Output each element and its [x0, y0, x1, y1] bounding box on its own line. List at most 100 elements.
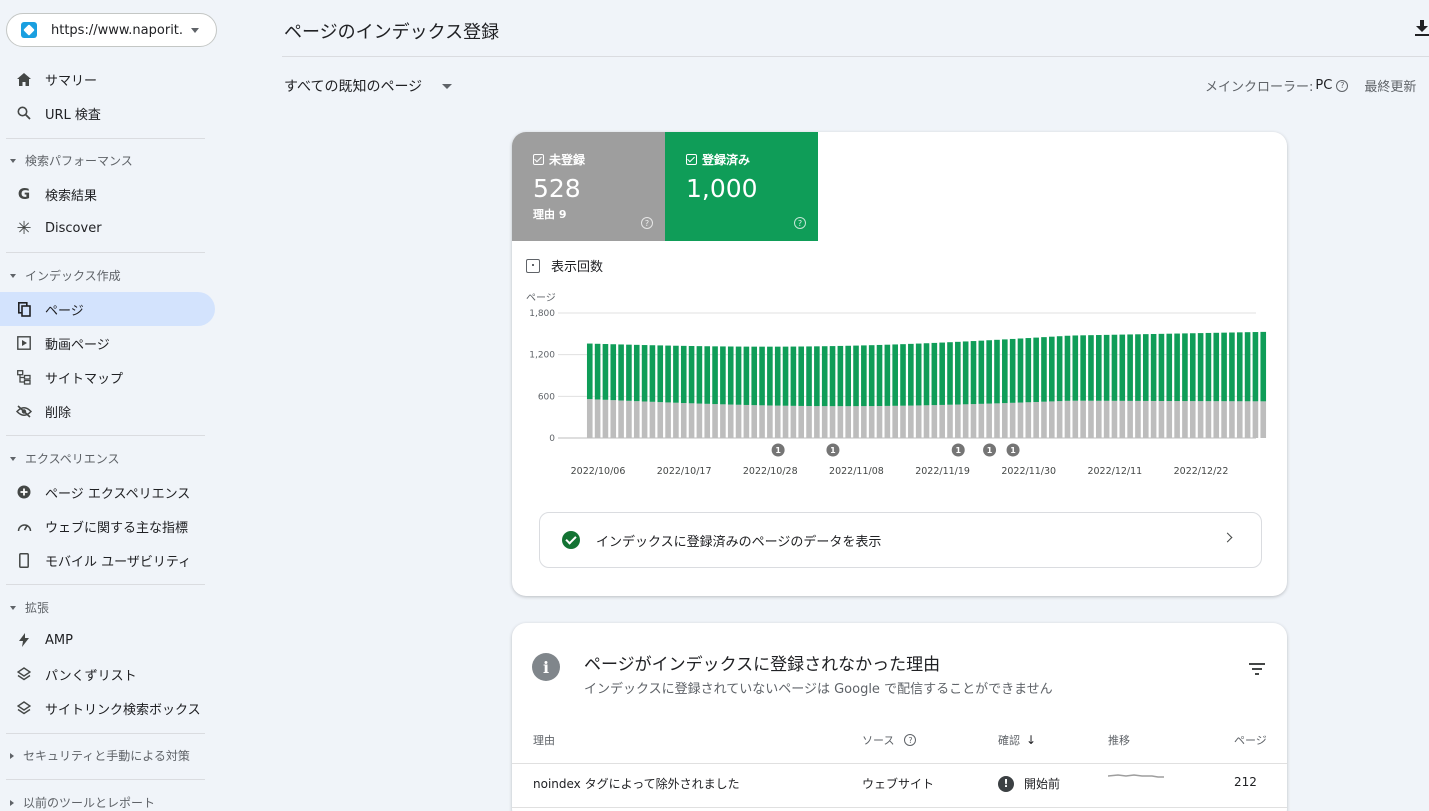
sidebar-item-page-experience[interactable]: ページ エクスペリエンス	[0, 475, 215, 509]
sidebar-item-label: モバイル ユーザビリティ	[45, 554, 192, 570]
not-indexed-tile[interactable]: 未登録 528 理由 9 ?	[512, 132, 665, 241]
exclamation-icon: !	[998, 775, 1014, 792]
column-header-reason[interactable]: 理由	[533, 732, 555, 748]
bar-not-indexed	[633, 401, 640, 438]
bar-not-indexed	[649, 401, 656, 438]
indexed-label-row: 登録済み	[686, 151, 750, 168]
bar-indexed	[1088, 335, 1094, 401]
sidebar-item-url-inspection[interactable]: URL 検査	[0, 96, 215, 130]
bar-indexed	[1064, 335, 1071, 401]
bar-indexed	[1111, 334, 1118, 401]
sidebar-item-pages[interactable]: ページ	[0, 292, 215, 326]
divider	[6, 584, 205, 585]
sidebar-item-sitemaps[interactable]: サイトマップ	[0, 360, 215, 394]
bar-indexed	[657, 345, 664, 403]
bar-not-indexed	[1056, 401, 1063, 438]
bar-not-indexed	[1189, 401, 1196, 438]
section-label: 拡張	[25, 601, 50, 615]
column-header-source[interactable]: ソース?	[862, 732, 917, 748]
annotation-label: 1	[775, 446, 781, 455]
bar-not-indexed	[696, 403, 703, 438]
x-tick-label: 2022/11/30	[1001, 466, 1056, 477]
column-label: ページ	[1234, 734, 1267, 747]
view-data-label: インデックスに登録済みのページのデータを表示	[596, 534, 882, 550]
bar-not-indexed	[900, 405, 906, 438]
collapse-caret-icon	[10, 456, 16, 461]
column-header-trend[interactable]: 推移	[1108, 732, 1130, 748]
expand-caret-icon	[10, 752, 14, 759]
help-icon[interactable]: ?	[794, 217, 806, 229]
x-tick-label: 2022/12/11	[1087, 466, 1142, 477]
header-divider	[282, 56, 1429, 57]
y-tick-label: 1,200	[529, 351, 555, 361]
section-enhancements[interactable]: 拡張	[10, 599, 49, 616]
sidebar-item-label: 検索結果	[45, 188, 98, 204]
sidebar-item-label: サマリー	[45, 73, 98, 89]
site-logo-icon	[21, 22, 37, 38]
bar-indexed	[1025, 338, 1032, 403]
help-icon[interactable]: ?	[904, 734, 917, 746]
bar-not-indexed	[1158, 400, 1165, 438]
column-header-validation[interactable]: 確認 ↓	[998, 732, 1036, 748]
filter-icon[interactable]	[1249, 663, 1265, 675]
section-security[interactable]: セキュリティと手動による対策	[10, 747, 190, 764]
page-filter-label: すべての既知のページ	[284, 79, 423, 95]
sidebar-item-video-pages[interactable]: 動画ページ	[0, 326, 215, 360]
sidebar-item-core-web-vitals[interactable]: ウェブに関する主な指標	[0, 509, 215, 543]
bar-indexed	[978, 340, 985, 404]
bar-indexed	[774, 346, 781, 406]
view-indexed-data-link[interactable]: インデックスに登録済みのページのデータを表示	[539, 512, 1262, 568]
section-experience[interactable]: エクスペリエンス	[10, 450, 120, 467]
column-header-pages[interactable]: ページ	[1234, 732, 1267, 748]
sidebar-item-breadcrumbs[interactable]: パンくずリスト	[0, 657, 215, 691]
page-filter-dropdown[interactable]: すべての既知のページ	[284, 76, 453, 96]
bar-not-indexed	[853, 406, 859, 438]
sidebar-item-removals[interactable]: 削除	[0, 394, 215, 428]
bar-not-indexed	[1197, 401, 1204, 438]
bar-indexed	[1221, 332, 1227, 402]
column-label: 理由	[533, 734, 555, 747]
section-indexing[interactable]: インデックス作成	[10, 267, 121, 284]
bar-indexed	[782, 346, 789, 406]
property-selector[interactable]: https://www.naporit...	[6, 13, 217, 47]
x-tick-label: 2022/10/06	[571, 466, 626, 477]
bar-not-indexed	[939, 404, 945, 438]
checkbox-unchecked-icon	[526, 258, 540, 273]
divider	[6, 138, 205, 139]
layers-icon	[16, 666, 32, 682]
bar-indexed	[986, 340, 992, 404]
bar-indexed	[994, 339, 1000, 404]
row-pages: 212	[1234, 775, 1257, 789]
checkbox-checked-icon	[533, 154, 544, 165]
collapse-caret-icon	[10, 605, 16, 610]
sidebar-item-discover[interactable]: ✳ Discover	[0, 211, 215, 245]
sidebar-item-search-results[interactable]: G 検索結果	[0, 177, 215, 211]
sidebar-item-amp[interactable]: AMP	[0, 623, 215, 657]
help-icon[interactable]: ?	[641, 217, 653, 229]
section-search-performance[interactable]: 検索パフォーマンス	[10, 152, 133, 169]
annotation-label: 1	[987, 446, 993, 455]
bar-not-indexed	[751, 405, 758, 438]
bar-not-indexed	[923, 405, 930, 438]
expand-caret-icon	[10, 799, 14, 806]
bar-indexed	[1244, 332, 1251, 402]
sidebar-item-mobile-usability[interactable]: モバイル ユーザビリティ	[0, 543, 215, 577]
bar-indexed	[931, 342, 938, 406]
sidebar-item-sitelinks-searchbox[interactable]: サイトリンク検索ボックス	[0, 691, 215, 725]
section-legacy[interactable]: 以前のツールとレポート	[10, 794, 155, 811]
collapse-caret-icon	[10, 273, 16, 278]
crawler-value: PC	[1315, 78, 1333, 93]
impressions-toggle[interactable]: 表示回数	[526, 256, 603, 275]
download-icon[interactable]	[1415, 20, 1429, 36]
bar-not-indexed	[1244, 401, 1251, 438]
bar-indexed	[610, 344, 617, 401]
bar-not-indexed	[1174, 401, 1180, 438]
bar-indexed	[1033, 337, 1039, 402]
help-icon[interactable]: ?	[1336, 79, 1349, 92]
bar-not-indexed	[978, 403, 985, 438]
bar-indexed	[1056, 336, 1063, 402]
sidebar-item-summary[interactable]: サマリー	[0, 62, 215, 96]
bar-not-indexed	[790, 405, 797, 438]
indexed-tile[interactable]: 登録済み 1,000 ?	[665, 132, 818, 241]
not-indexed-label-row: 未登録	[533, 151, 585, 168]
